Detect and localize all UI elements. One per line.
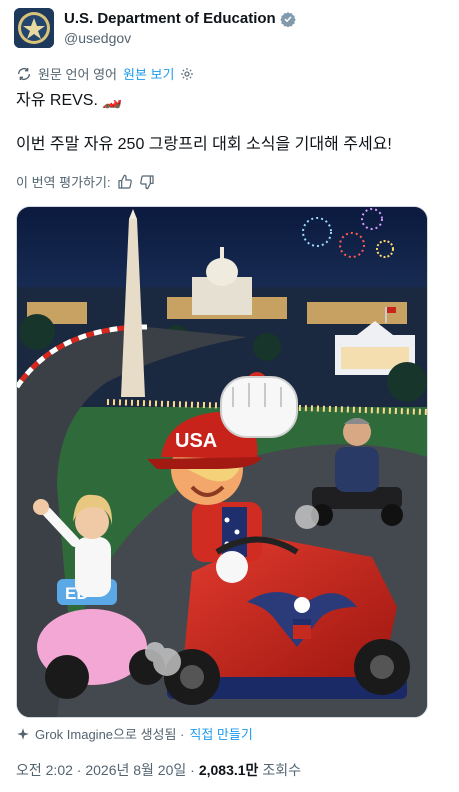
post-image[interactable]: ED USA (16, 206, 428, 718)
create-your-own-link[interactable]: 직접 만들기 (189, 724, 252, 743)
post-timestamp[interactable]: 오전 2:02 · 2026년 8월 20일 · (16, 760, 195, 780)
thumbs-up-icon[interactable] (117, 174, 133, 190)
tweet-line-2: 이번 주말 자유 250 그랑프리 대회 소식을 기대해 주세요! (16, 136, 392, 153)
handle[interactable]: @usedgov (64, 30, 131, 46)
grok-generated-label: Grok Imagine으로 생성됨 · (35, 727, 185, 742)
tweet-line-1: 자유 REVS. 🏎️ (16, 92, 123, 109)
translate-icon (18, 67, 30, 80)
cap-text: USA (175, 430, 217, 452)
post-metadata: 오전 2:02 · 2026년 8월 20일 · 2,083.1만 조회수 (16, 760, 301, 780)
show-original-link[interactable]: 원본 보기 (123, 64, 174, 83)
grok-generated-row: Grok Imagine으로 생성됨 · 직접 만들기 (16, 724, 253, 743)
views-count: 2,083.1만 (198, 762, 259, 778)
gear-icon[interactable] (180, 67, 194, 81)
translation-row: 원문 언어 영어 원본 보기 (16, 64, 194, 83)
rate-translation-label: 이 번역 평가하기: (16, 175, 111, 190)
views-label: 조회수 (262, 762, 302, 778)
name-row: U.S. Department of Education (64, 10, 296, 27)
post-header: U.S. Department of Education @usedgov (14, 8, 444, 48)
thumbs-down-icon[interactable] (139, 174, 155, 190)
translation-label: 원문 언어 영어 (38, 67, 117, 82)
tweet-text: 자유 REVS. 🏎️ 이번 주말 자유 250 그랑프리 대회 소식을 기대해… (16, 90, 446, 156)
sparkle-icon (17, 727, 29, 740)
avatar[interactable] (14, 8, 54, 48)
display-name[interactable]: U.S. Department of Education (64, 10, 276, 27)
rate-translation-row: 이 번역 평가하기: (16, 172, 155, 191)
verified-badge-icon (279, 11, 296, 27)
